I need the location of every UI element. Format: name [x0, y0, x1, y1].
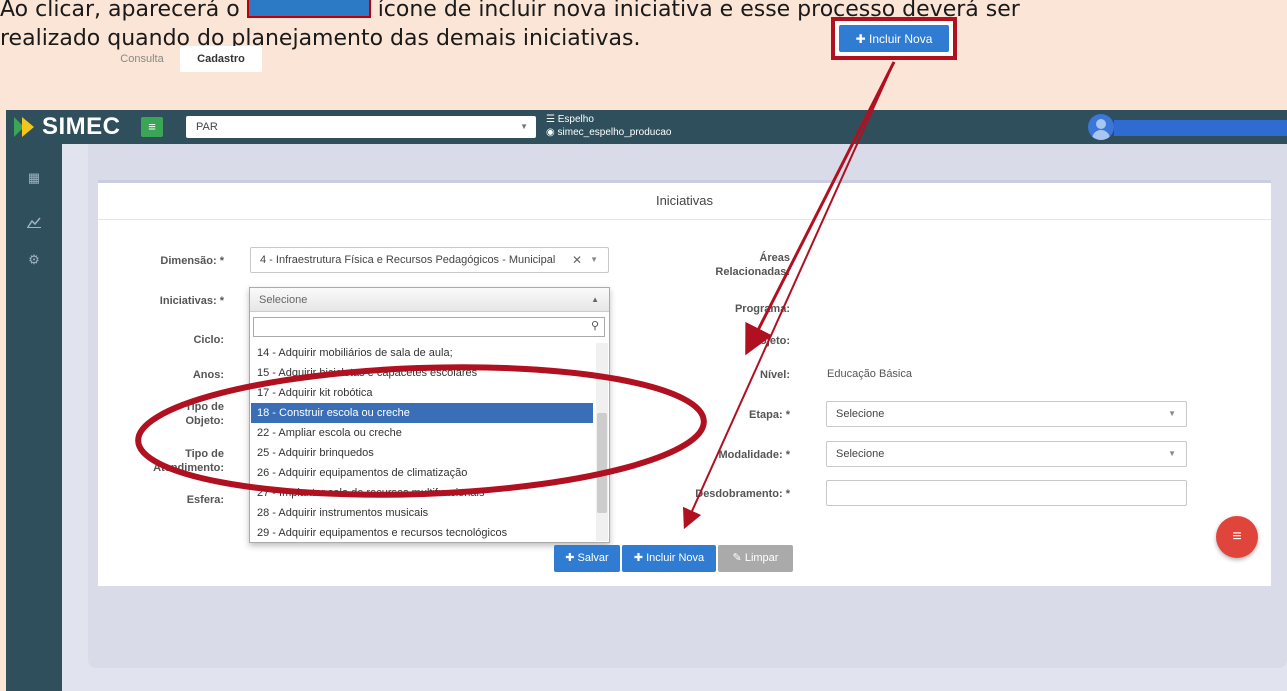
- iniciativas-select[interactable]: Selecione ▲: [250, 288, 609, 312]
- scrollbar-thumb[interactable]: [597, 413, 607, 513]
- doc-line1-before: Ao clicar, aparecerá o: [0, 0, 240, 22]
- tab-cadastro[interactable]: Cadastro: [180, 46, 262, 72]
- iniciativas-placeholder: Selecione: [259, 294, 308, 306]
- system-select-value: PAR: [196, 121, 218, 133]
- dropdown-option[interactable]: 29 - Adquirir equipamentos e recursos te…: [251, 523, 593, 541]
- nivel-label: Nível:: [760, 369, 790, 381]
- modalidade-label: Modalidade: *: [718, 449, 790, 461]
- search-icon: ⚲: [590, 320, 599, 332]
- dropdown-option[interactable]: 26 - Adquirir equipamentos de climatizaç…: [251, 463, 593, 483]
- chevron-down-icon: ▼: [520, 122, 528, 131]
- etapa-label: Etapa: *: [749, 409, 790, 421]
- chevron-down-icon: ▼: [1168, 409, 1176, 418]
- simec-logo[interactable]: SIMEC: [12, 113, 121, 141]
- projeto-label: Projeto:: [748, 335, 790, 347]
- user-avatar-icon[interactable]: [1088, 114, 1114, 140]
- dropdown-option[interactable]: 15 - Adquirir bicicletas e capacetes esc…: [251, 363, 593, 383]
- dashboard-grid-icon[interactable]: ▦: [26, 170, 42, 186]
- chevron-up-icon: ▲: [591, 295, 599, 304]
- clear-icon[interactable]: ✕: [572, 248, 582, 272]
- doc-line-1: Ao clicar, aparecerá o ícone de incluir …: [0, 0, 1287, 24]
- areas-relacionadas-label: Áreas Relacionadas:: [715, 252, 790, 278]
- chart-line-icon[interactable]: [26, 216, 42, 232]
- esfera-label: Esfera:: [186, 494, 224, 506]
- incluir-nova-button[interactable]: ✚ Incluir Nova: [622, 545, 716, 572]
- top-bar: SIMEC ≡ PAR ▼ ☰ Espelho ◉ simec_espelho_…: [6, 110, 1287, 144]
- dropdown-option[interactable]: 22 - Ampliar escola ou creche: [251, 423, 593, 443]
- dimensao-label: Dimensão: *: [160, 255, 224, 267]
- system-select[interactable]: PAR ▼: [186, 116, 536, 138]
- ciclo-label: Ciclo:: [193, 334, 224, 346]
- dropdown-option[interactable]: 18 - Construir escola ou creche: [251, 403, 593, 423]
- desdobramento-label: Desdobramento: *: [695, 488, 790, 500]
- menu-toggle-button[interactable]: ≡: [141, 117, 163, 137]
- card-title: Iniciativas: [98, 183, 1271, 220]
- modalidade-placeholder: Selecione: [836, 448, 885, 460]
- user-name-redacted[interactable]: [1114, 120, 1287, 136]
- sidebar: ▦ ⚙: [6, 144, 62, 691]
- dropdown-option[interactable]: 14 - Adquirir mobiliários de sala de aul…: [251, 343, 593, 363]
- inline-button-image: [246, 0, 371, 18]
- environment-info: ☰ Espelho ◉ simec_espelho_producao: [546, 113, 671, 139]
- dropdown-options: 14 - Adquirir mobiliários de sala de aul…: [251, 343, 593, 541]
- tipo-objeto-label: Tipo de Objeto:: [185, 401, 224, 427]
- dimensao-value: 4 - Infraestrutura Física e Recursos Ped…: [260, 254, 556, 266]
- dropdown-search-input[interactable]: ⚲: [253, 317, 605, 337]
- iniciativas-label: Iniciativas: *: [159, 295, 224, 307]
- desdobramento-input[interactable]: [826, 480, 1187, 506]
- modalidade-select[interactable]: Selecione ▼: [826, 441, 1187, 467]
- chevron-down-icon: ▼: [1168, 449, 1176, 458]
- limpar-button[interactable]: ✎ Limpar: [718, 545, 793, 572]
- dropdown-option[interactable]: 17 - Adquirir kit robótica: [251, 383, 593, 403]
- tipo-atendimento-label: Tipo de Atendimento:: [153, 448, 224, 474]
- anos-label: Anos:: [192, 369, 224, 381]
- tab-consulta[interactable]: Consulta: [106, 46, 178, 72]
- etapa-placeholder: Selecione: [836, 408, 885, 420]
- nivel-value: Educação Básica: [827, 368, 912, 380]
- logo-arrow-icon: [14, 117, 34, 137]
- settings-gears-icon[interactable]: ⚙: [26, 252, 42, 268]
- floating-menu-button[interactable]: ≡: [1216, 516, 1258, 558]
- callout-highlight-box: ✚ Incluir Nova: [831, 17, 957, 60]
- database-icon: ☰: [546, 114, 555, 125]
- etapa-select[interactable]: Selecione ▼: [826, 401, 1187, 427]
- dropdown-option[interactable]: 27 - Implantar sala de recursos multifun…: [251, 483, 593, 503]
- dropdown-option[interactable]: 28 - Adquirir instrumentos musicais: [251, 503, 593, 523]
- programa-label: Programa:: [734, 303, 790, 315]
- env-name: Espelho: [557, 114, 594, 125]
- iniciativas-dropdown[interactable]: Selecione ▲ ⚲ 14 - Adquirir mobiliários …: [249, 287, 610, 543]
- salvar-button[interactable]: ✚ Salvar: [554, 545, 620, 572]
- db-target-icon: ◉: [546, 127, 555, 138]
- chevron-down-icon[interactable]: ▼: [590, 248, 598, 272]
- callout-incluir-nova-button[interactable]: ✚ Incluir Nova: [839, 25, 949, 52]
- logo-text: SIMEC: [42, 113, 121, 140]
- dimensao-select[interactable]: 4 - Infraestrutura Física e Recursos Ped…: [250, 247, 609, 273]
- env-db: simec_espelho_producao: [557, 127, 672, 138]
- dropdown-scrollbar[interactable]: [596, 343, 608, 541]
- dropdown-option[interactable]: 25 - Adquirir brinquedos: [251, 443, 593, 463]
